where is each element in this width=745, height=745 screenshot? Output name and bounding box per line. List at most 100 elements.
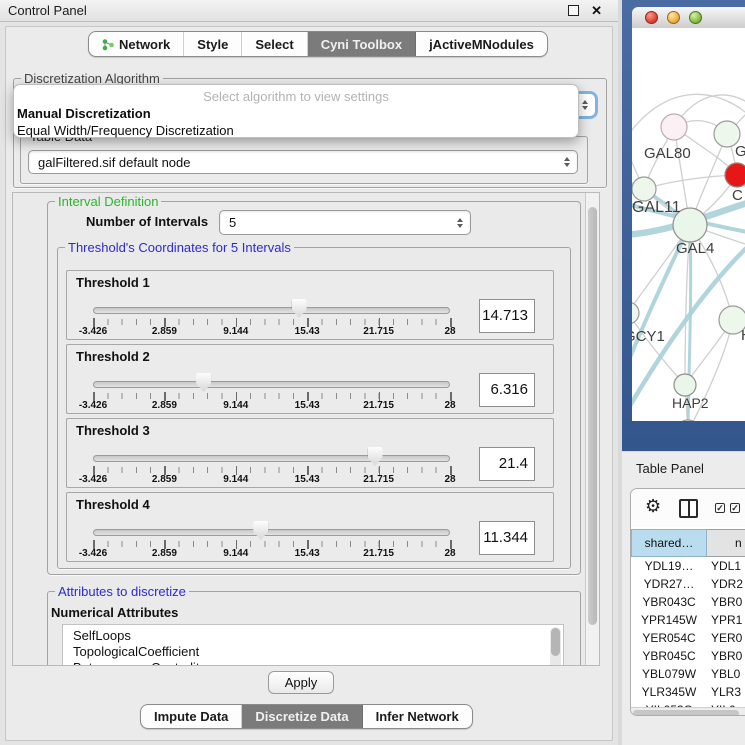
slider-track[interactable]: [93, 529, 450, 536]
slider-thumb[interactable]: [253, 521, 268, 540]
cell-shared-name: YLR345W: [631, 683, 707, 701]
tab-label: Cyni Toolbox: [321, 37, 402, 52]
stepper-arrows-icon[interactable]: [457, 218, 463, 228]
table-row[interactable]: YBL079WYBL0: [631, 665, 745, 683]
network-node[interactable]: [676, 420, 700, 421]
node-label: GA: [735, 143, 745, 160]
tab-style[interactable]: Style: [184, 32, 242, 56]
threshold-value-field[interactable]: 14.713: [479, 299, 535, 333]
bottom-tab-discretize-data[interactable]: Discretize Data: [242, 705, 362, 728]
table-row[interactable]: YBR043CYBR0: [631, 593, 745, 611]
list-scrollbar[interactable]: [550, 627, 561, 666]
tab-label: Infer Network: [376, 709, 459, 724]
table-horizontal-scrollbar[interactable]: [631, 707, 745, 716]
thresholds-group-title: Threshold's Coordinates for 5 Intervals: [65, 240, 294, 255]
threshold-value-field[interactable]: 21.4: [479, 447, 535, 481]
network-window-titlebar: [632, 7, 745, 29]
dropdown-options: Manual DiscretizationEqual Width/Frequen…: [14, 105, 578, 139]
network-node[interactable]: [632, 302, 639, 324]
stepper-arrows-icon[interactable]: [582, 100, 588, 110]
cell-shared-name: YPR145W: [631, 611, 707, 629]
gear-icon[interactable]: ⚙: [645, 496, 661, 517]
tab-select[interactable]: Select: [242, 32, 307, 56]
settings-scrollbar[interactable]: [585, 193, 599, 665]
table-row[interactable]: YLR345WYLR3: [631, 683, 745, 701]
zoom-traffic-light-icon[interactable]: [689, 11, 702, 24]
tab-network[interactable]: Network: [89, 32, 184, 56]
network-graph[interactable]: GAL80GACGAL11GAL4GCY1HHAP2: [632, 28, 745, 421]
tab-label: Discretize Data: [255, 709, 348, 724]
slider-thumb[interactable]: [368, 447, 383, 466]
network-node[interactable]: [661, 114, 687, 140]
cell-shared-name: YBL079W: [631, 665, 707, 683]
checkbox-icon[interactable]: ✓: [715, 503, 725, 513]
network-canvas[interactable]: GAL80GACGAL11GAL4GCY1HHAP2: [632, 28, 745, 421]
apply-button[interactable]: Apply: [268, 671, 334, 694]
bottom-tab-impute-data[interactable]: Impute Data: [141, 705, 242, 728]
dropdown-option[interactable]: Manual Discretization: [14, 105, 578, 122]
cell-name: YER0: [707, 629, 745, 647]
node-label: H: [741, 327, 745, 344]
slider-minor-ticks: [93, 393, 451, 399]
column-header-name[interactable]: n: [707, 529, 745, 557]
list-scrollbar-thumb[interactable]: [551, 628, 560, 656]
cell-name: YDR2: [707, 575, 745, 593]
slider-track[interactable]: [93, 307, 450, 314]
checkbox-icon[interactable]: ✓: [730, 503, 740, 513]
tick-label: 2.859: [152, 400, 177, 411]
attribute-list-item[interactable]: SelfLoops: [63, 628, 563, 644]
table-data-select[interactable]: galFiltered.sif default node: [28, 150, 578, 174]
tick-label: 28: [444, 326, 455, 337]
stepper-arrows-icon[interactable]: [564, 157, 570, 167]
tab-jactivemnodules[interactable]: jActiveMNodules: [416, 32, 547, 56]
network-node[interactable]: [725, 163, 745, 187]
slider-minor-ticks: [93, 541, 451, 547]
network-node[interactable]: [632, 177, 656, 201]
node-label: GAL11: [632, 199, 681, 216]
network-node[interactable]: [674, 374, 696, 396]
settings-scrollbar-thumb[interactable]: [588, 207, 597, 625]
slider-thumb[interactable]: [292, 299, 307, 318]
table-row[interactable]: YDR27…YDR2: [631, 575, 745, 593]
network-icon: [102, 38, 114, 51]
minimize-traffic-light-icon[interactable]: [667, 11, 680, 24]
threshold-panel: Threshold 4-3.4262.8599.14415.4321.71528…: [66, 492, 554, 562]
slider-minor-ticks: [93, 467, 451, 473]
cell-name: YBL0: [707, 665, 745, 683]
control-panel-titlebar: Control Panel ✕: [0, 0, 618, 22]
table-toolbar: ⚙ ✓ ✓: [631, 489, 745, 527]
threshold-value-field[interactable]: 6.316: [479, 373, 535, 407]
float-window-icon[interactable]: [568, 5, 579, 16]
bottom-tab-infer-network[interactable]: Infer Network: [363, 705, 472, 728]
tab-cyni-toolbox[interactable]: Cyni Toolbox: [308, 32, 416, 56]
split-columns-icon[interactable]: [679, 499, 698, 518]
tick-label: 2.859: [152, 326, 177, 337]
control-panel: Control Panel ✕ Network Style Select Cyni T…: [0, 0, 618, 745]
slider-track[interactable]: [93, 381, 450, 388]
attribute-list-item[interactable]: BetweennessCentrality: [63, 660, 563, 666]
dropdown-option[interactable]: Equal Width/Frequency Discretization: [14, 122, 578, 139]
table-rows: YDL19…YDL1YDR27…YDR2YBR043CYBR0YPR145WYP…: [631, 557, 745, 707]
table-row[interactable]: YDL19…YDL1: [631, 557, 745, 575]
numerical-attributes-list[interactable]: SelfLoopsTopologicalCoefficientBetweenne…: [62, 624, 564, 666]
table-row[interactable]: YER054CYER0: [631, 629, 745, 647]
network-view-window: GAL80GACGAL11GAL4GCY1HHAP2: [622, 0, 745, 451]
slider-track[interactable]: [93, 455, 450, 462]
tab-label: Select: [255, 37, 293, 52]
table-row[interactable]: YBR045CYBR0: [631, 647, 745, 665]
close-traffic-light-icon[interactable]: [645, 11, 658, 24]
tick-label: -3.426: [79, 400, 107, 411]
node-label: GCY1: [632, 328, 665, 345]
number-of-intervals-value: 5: [229, 215, 236, 230]
attribute-list-item[interactable]: TopologicalCoefficient: [63, 644, 563, 660]
attributes-group: SelfLoopsTopologicalCoefficientBetweenne…: [47, 591, 581, 666]
tab-label: Network: [119, 37, 170, 52]
close-icon[interactable]: ✕: [591, 6, 602, 16]
threshold-value-field[interactable]: 11.344: [479, 521, 535, 555]
table-scrollbar-thumb[interactable]: [633, 710, 739, 717]
column-header-shared-name[interactable]: shared…: [631, 529, 707, 557]
number-of-intervals-select[interactable]: 5: [219, 210, 471, 235]
slider-thumb[interactable]: [196, 373, 211, 392]
application-window: Control Panel ✕ Network Style Select Cyni T…: [0, 0, 745, 745]
table-row[interactable]: YPR145WYPR1: [631, 611, 745, 629]
